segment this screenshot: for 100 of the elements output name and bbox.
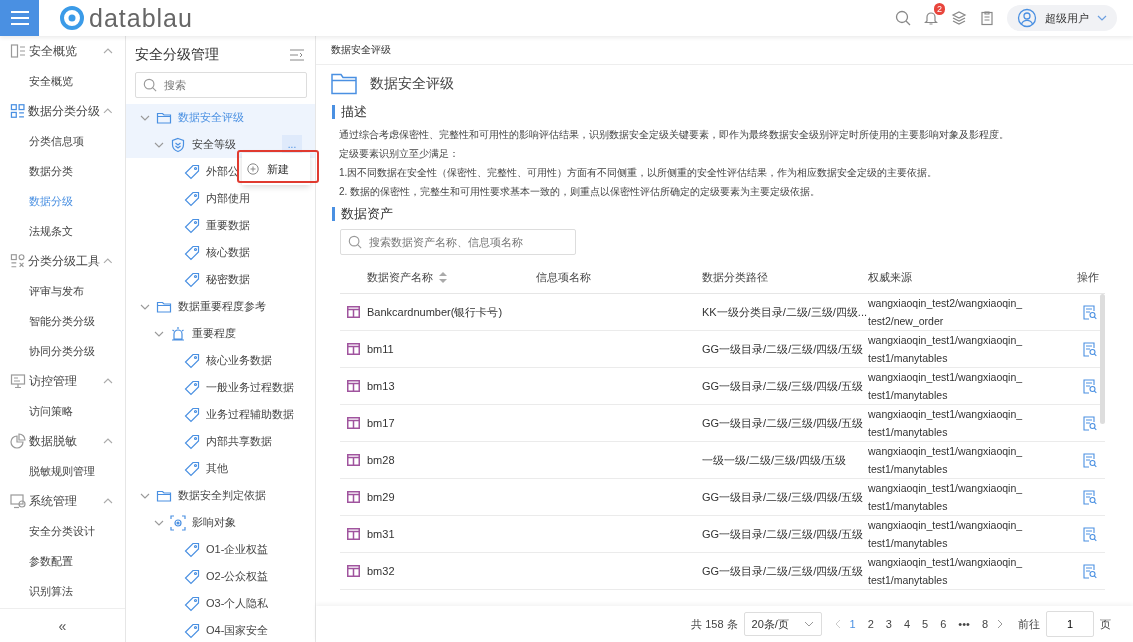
chevron-icon bbox=[103, 108, 113, 114]
column-header: 信息项名称 bbox=[536, 269, 591, 285]
page-button[interactable]: 2 bbox=[864, 618, 877, 630]
sort-icon[interactable] bbox=[439, 271, 447, 283]
tag-icon bbox=[184, 271, 200, 288]
panel-title: 安全分级管理 bbox=[135, 46, 219, 64]
nav-group[interactable]: 数据脱敏 bbox=[0, 426, 125, 456]
target-icon bbox=[170, 514, 186, 531]
tree-node[interactable]: 一般业务过程数据 bbox=[168, 379, 294, 396]
scrollbar[interactable] bbox=[1100, 294, 1105, 424]
column-header: 数据分类路径 bbox=[702, 269, 768, 285]
page-size-select[interactable]: 20条/页 bbox=[743, 612, 822, 636]
chevron-icon bbox=[103, 438, 113, 444]
tree-node[interactable]: 业务过程辅助数据 bbox=[168, 406, 294, 423]
bell-icon[interactable] bbox=[923, 10, 939, 26]
tree-node[interactable]: 内部使用 bbox=[168, 190, 250, 207]
nav-item[interactable]: 分类信息项 bbox=[0, 126, 125, 156]
search-field[interactable]: 搜索数据资产名称、信息项名称 bbox=[340, 229, 576, 255]
user-menu[interactable]: 超级用户 bbox=[1007, 5, 1117, 31]
nav-item[interactable]: 数据分类 bbox=[0, 156, 125, 186]
page-button[interactable]: 8 bbox=[978, 618, 991, 630]
view-details-icon[interactable] bbox=[1082, 563, 1097, 579]
nav-item[interactable]: 识别算法 bbox=[0, 576, 125, 606]
section-icon bbox=[10, 103, 26, 119]
search-icon[interactable] bbox=[895, 10, 911, 26]
menu-item[interactable]: 新建 bbox=[242, 161, 289, 177]
nav-group[interactable]: 分类分级工具 bbox=[0, 246, 125, 276]
description-text: 1.因不同数据在安全性（保密性、完整性、可用性）方面有不同侧重，以所侧重的安全性评估结果，作为相应数据安全定级的主要依据。 bbox=[339, 166, 939, 180]
nav-item[interactable]: 参数配置 bbox=[0, 546, 125, 576]
clipboard-icon[interactable] bbox=[979, 10, 995, 26]
nav-item[interactable]: 脱敏规则管理 bbox=[0, 456, 125, 486]
page-button[interactable]: 3 bbox=[882, 618, 895, 630]
description-text: 2. 数据的保密性，完整生和可用性要求基本一致的，则重点以保密性评估所确定的定级要素为主要定级依据。 bbox=[339, 185, 822, 199]
collapse-panel-icon[interactable] bbox=[290, 49, 304, 61]
tag-icon bbox=[184, 352, 200, 369]
chevron-icon bbox=[103, 258, 113, 264]
tree-node[interactable]: 数据重要程度参考 bbox=[140, 298, 266, 315]
tree-node[interactable]: 影响对象 bbox=[154, 514, 236, 531]
nav-group[interactable]: 访控管理 bbox=[0, 366, 125, 396]
tree-node[interactable]: 安全等级 bbox=[154, 136, 236, 153]
nav-item[interactable]: 评审与发布 bbox=[0, 276, 125, 306]
page-button[interactable]: 6 bbox=[937, 618, 950, 630]
tree-node[interactable]: 其他 bbox=[168, 460, 228, 477]
view-details-icon[interactable] bbox=[1082, 452, 1097, 468]
tree-node[interactable]: 核心业务数据 bbox=[168, 352, 272, 369]
shield-icon bbox=[170, 136, 186, 153]
nav-group[interactable]: 数据分类分级 bbox=[0, 96, 125, 126]
search-field[interactable]: 搜索 bbox=[135, 72, 307, 98]
tree-node[interactable]: 秘密数据 bbox=[168, 271, 250, 288]
page-input[interactable]: 1 bbox=[1046, 611, 1094, 637]
menu-icon bbox=[9, 10, 30, 26]
table-cell: 一级一级/二级/三级/四级/五级 bbox=[702, 453, 847, 466]
table-cell: bm31 bbox=[367, 528, 395, 540]
total-count: 共 158 条 bbox=[691, 616, 738, 632]
view-details-icon[interactable] bbox=[1082, 415, 1097, 431]
table-cell: wangxiaoqin_test1/wangxiaoqin_ test1/manytables bbox=[868, 556, 1023, 586]
table-icon bbox=[347, 380, 360, 392]
nav-item[interactable]: 协同分类分级 bbox=[0, 336, 125, 366]
nav-item[interactable]: 安全概览 bbox=[0, 66, 125, 96]
tree-node[interactable]: 内部共享数据 bbox=[168, 433, 272, 450]
table-icon bbox=[347, 306, 360, 318]
table-cell: GG一级目录/二级/三级/四级/五级 bbox=[702, 564, 864, 577]
tree-node[interactable]: 重要数据 bbox=[168, 217, 250, 234]
next-page-icon[interactable] bbox=[997, 619, 1004, 629]
page-unit: 页 bbox=[1100, 616, 1111, 632]
menu-button[interactable] bbox=[0, 0, 39, 36]
column-header: 权威来源 bbox=[868, 269, 912, 285]
view-details-icon[interactable] bbox=[1082, 341, 1097, 357]
page-button[interactable]: 5 bbox=[919, 618, 932, 630]
tree-node[interactable]: O1-企业权益 bbox=[168, 541, 269, 558]
view-details-icon[interactable] bbox=[1082, 378, 1097, 394]
view-details-icon[interactable] bbox=[1082, 489, 1097, 505]
nav-group[interactable]: 安全概览 bbox=[0, 36, 125, 66]
page-button[interactable]: ••• bbox=[955, 618, 973, 630]
layers-icon[interactable] bbox=[951, 10, 967, 26]
nav-item[interactable]: 法规条文 bbox=[0, 216, 125, 246]
nav-group[interactable]: 系统管理 bbox=[0, 486, 125, 516]
nav-item[interactable]: 智能分类分级 bbox=[0, 306, 125, 336]
tree-node[interactable]: O4-国家安全 bbox=[168, 622, 269, 639]
tree-node[interactable]: O3-个人隐私 bbox=[168, 595, 269, 612]
view-details-icon[interactable] bbox=[1082, 526, 1097, 542]
table-cell: GG一级目录/二级/三级/四级/五级 bbox=[702, 527, 864, 540]
page-button[interactable]: 4 bbox=[900, 618, 914, 630]
tree-node[interactable]: 外部公 bbox=[168, 163, 239, 180]
previous-page-icon[interactable] bbox=[833, 619, 841, 629]
view-details-icon[interactable] bbox=[1082, 304, 1097, 320]
tag-icon bbox=[184, 568, 200, 585]
nav-item[interactable]: 安全分类设计 bbox=[0, 516, 125, 546]
goto-label: 前往 bbox=[1018, 616, 1040, 632]
tree-node[interactable]: 重要程度 bbox=[154, 325, 236, 342]
tree-node[interactable]: 数据安全判定依据 bbox=[140, 487, 266, 504]
tree-node[interactable]: 核心数据 bbox=[168, 244, 250, 261]
caret-icon bbox=[1097, 15, 1107, 21]
nav-item[interactable]: 数据分级 bbox=[0, 186, 125, 216]
tree-node[interactable]: O2-公众权益 bbox=[168, 568, 269, 585]
table-cell: bm28 bbox=[367, 454, 395, 466]
nav-item[interactable]: 访问策略 bbox=[0, 396, 125, 426]
logo-icon bbox=[59, 5, 85, 31]
table-cell: GG一级目录/二级/三级/四级/五级 bbox=[702, 416, 864, 429]
section-heading: 数据资产 bbox=[332, 207, 1133, 221]
